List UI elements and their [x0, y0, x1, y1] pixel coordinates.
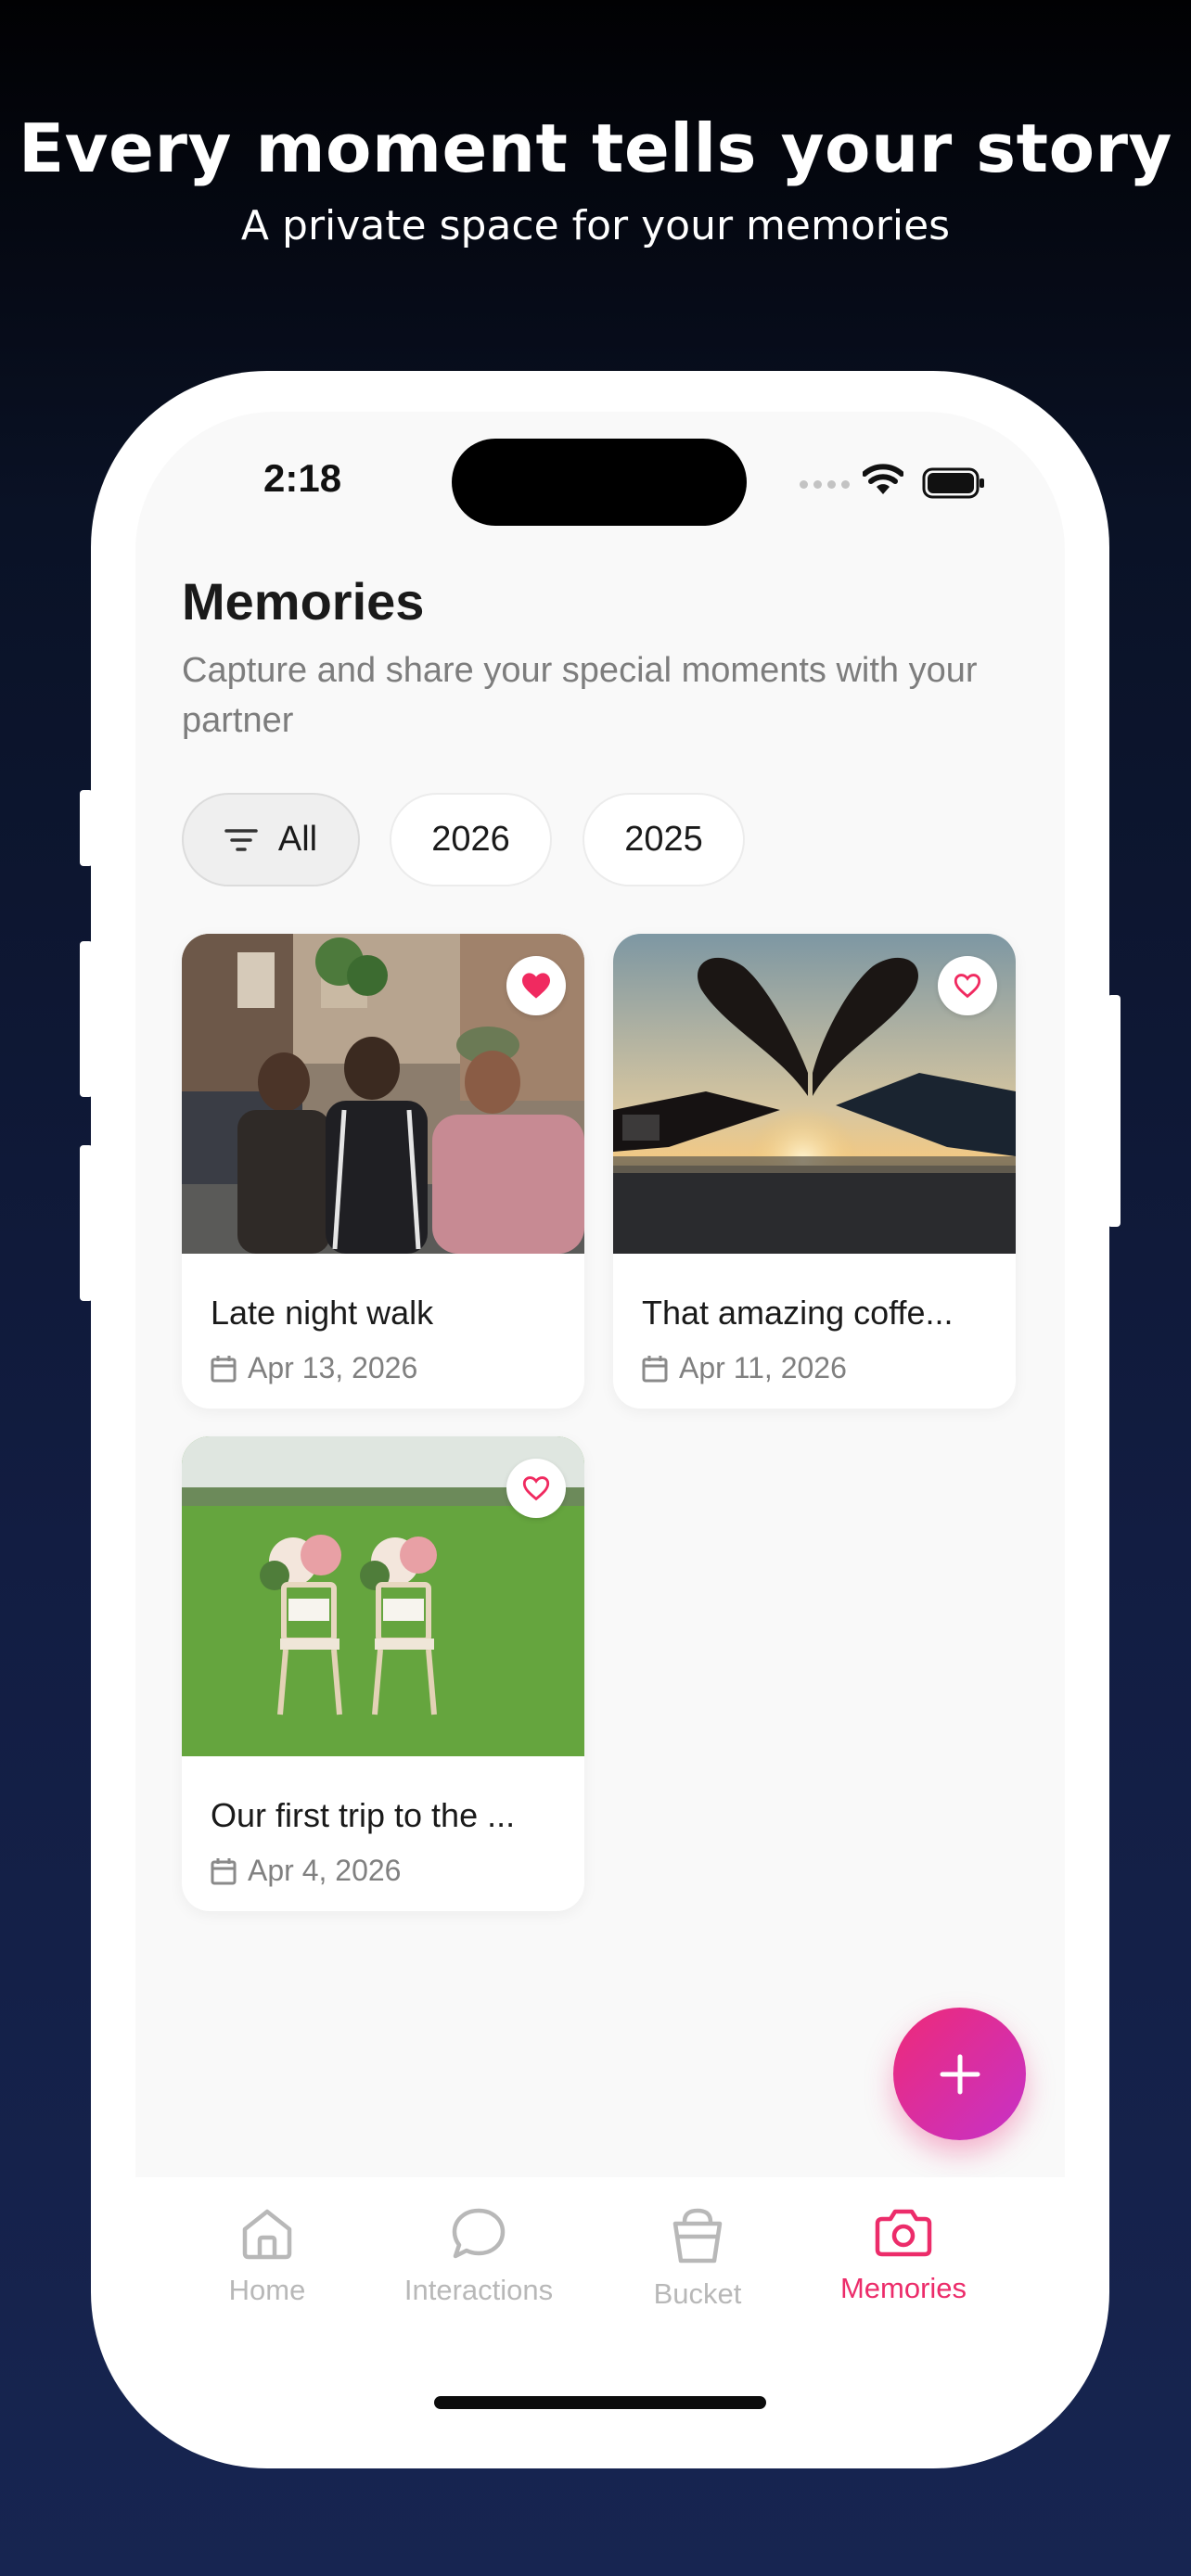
- hero-subtitle: A private space for your memories: [240, 202, 951, 249]
- memory-card[interactable]: That amazing coffe... Apr 11, 2026: [613, 934, 1016, 1409]
- tab-interactions[interactable]: Interactions: [377, 2207, 581, 2307]
- memory-date-text: Apr 13, 2026: [248, 1351, 418, 1384]
- heart-outline-icon: [954, 974, 981, 999]
- cellular-signal-icon: [800, 480, 850, 489]
- memory-date: Apr 4, 2026: [211, 1854, 401, 1888]
- filter-chip-label: All: [277, 820, 318, 859]
- heart-hands-sunset-photo: [613, 934, 1016, 1254]
- hero-title: Every moment tells your story: [19, 109, 1172, 187]
- wifi-icon: [862, 464, 904, 500]
- memory-card[interactable]: Late night walk Apr 13, 2026: [182, 934, 584, 1409]
- tab-label: Memories: [839, 2272, 967, 2304]
- tab-label: Home: [228, 2274, 306, 2306]
- filter-icon: [224, 827, 258, 853]
- memory-date-text: Apr 4, 2026: [248, 1854, 402, 1887]
- dynamic-island: [452, 439, 747, 526]
- plus-icon: [940, 2054, 980, 2094]
- tab-label: Interactions: [403, 2274, 554, 2306]
- filter-chip-2025[interactable]: 2025: [583, 793, 745, 886]
- heart-outline-icon: [522, 1476, 550, 1501]
- memory-date: Apr 11, 2026: [642, 1351, 847, 1385]
- home-indicator[interactable]: [434, 2396, 766, 2409]
- page-title: Memories: [182, 572, 425, 631]
- memory-title: Late night walk: [211, 1294, 434, 1332]
- filter-chip-label: 2025: [624, 820, 703, 859]
- memory-date-text: Apr 11, 2026: [679, 1351, 847, 1384]
- favorite-button[interactable]: [938, 956, 997, 1015]
- favorite-button[interactable]: [506, 956, 566, 1015]
- wedding-chairs-lawn-photo: [182, 1436, 584, 1756]
- heart-filled-icon: [522, 973, 550, 999]
- bucket-icon: [672, 2208, 723, 2264]
- status-time: 2:18: [263, 456, 342, 500]
- filter-chip-label: 2026: [431, 820, 510, 859]
- favorite-button[interactable]: [506, 1459, 566, 1518]
- tab-home[interactable]: Home: [165, 2207, 369, 2307]
- memory-title: Our first trip to the ...: [211, 1796, 516, 1834]
- tab-bucket[interactable]: Bucket: [596, 2207, 800, 2311]
- phone-power-button: [1108, 995, 1121, 1227]
- memory-date: Apr 13, 2026: [211, 1351, 417, 1385]
- memory-title: That amazing coffe...: [642, 1294, 954, 1332]
- tab-memories[interactable]: Memories: [801, 2207, 1005, 2305]
- home-icon: [242, 2209, 292, 2260]
- camera-icon: [875, 2209, 932, 2257]
- memory-card[interactable]: Our first trip to the ... Apr 4, 2026: [182, 1436, 584, 1911]
- tab-label: Bucket: [653, 2277, 742, 2310]
- add-memory-button[interactable]: [893, 2008, 1026, 2140]
- friends-laughing-photo: [182, 934, 584, 1254]
- filter-chip-all[interactable]: All: [182, 793, 360, 886]
- calendar-icon: [211, 1355, 237, 1382]
- battery-icon: [922, 467, 987, 504]
- chat-bubble-icon: [452, 2208, 506, 2259]
- calendar-icon: [211, 1857, 237, 1884]
- page-description: Capture and share your special moments w…: [182, 651, 978, 740]
- calendar-icon: [642, 1355, 668, 1382]
- filter-chip-2026[interactable]: 2026: [390, 793, 552, 886]
